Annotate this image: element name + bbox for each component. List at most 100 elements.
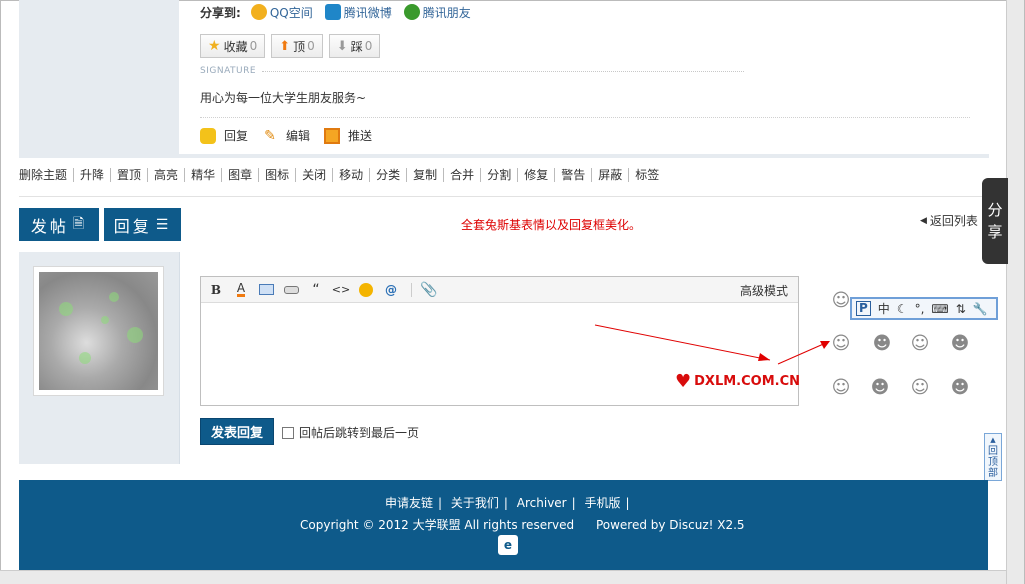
tencent-weibo-icon bbox=[324, 4, 341, 20]
edit-action[interactable]: ✎ 编辑 bbox=[262, 127, 310, 144]
bold-button[interactable]: B bbox=[205, 280, 227, 300]
link-icon bbox=[283, 285, 299, 294]
new-thread-button[interactable]: 发帖 🗎 bbox=[19, 208, 99, 241]
back-top-char-1: 回 bbox=[988, 446, 998, 457]
horizontal-scrollbar[interactable] bbox=[0, 570, 1006, 584]
insert-image-button[interactable] bbox=[255, 280, 277, 300]
punctuation-icon[interactable]: °, bbox=[915, 302, 925, 316]
mod-category[interactable]: 分类 bbox=[369, 168, 406, 182]
favorite-button[interactable]: ★ 收藏 0 bbox=[200, 34, 266, 58]
reply-column-border bbox=[179, 252, 180, 464]
quote-icon: “ bbox=[312, 281, 320, 298]
upvote-button[interactable]: ⬆ 顶 0 bbox=[271, 34, 323, 58]
back-to-top-button[interactable]: ▲ 回 顶 部 bbox=[984, 433, 1002, 481]
mod-block[interactable]: 屏蔽 bbox=[591, 168, 628, 182]
star-icon: ★ bbox=[208, 38, 221, 54]
post-actions: 回复 ✎ 编辑 推送 bbox=[200, 127, 386, 144]
submit-reply-button[interactable]: 发表回复 bbox=[200, 418, 274, 445]
vertical-scrollbar[interactable] bbox=[1006, 0, 1024, 584]
qzone-icon bbox=[250, 4, 267, 20]
mod-split[interactable]: 分割 bbox=[480, 168, 517, 182]
share-qzone-link[interactable]: QQ空间 bbox=[250, 4, 313, 21]
code-icon: <> bbox=[331, 283, 351, 296]
share-friends-link[interactable]: 腾讯朋友 bbox=[403, 4, 471, 21]
mod-close[interactable]: 关闭 bbox=[295, 168, 332, 182]
emoticon-5[interactable]: ☻ bbox=[948, 331, 972, 355]
signature-label: SIGNATURE bbox=[200, 66, 257, 76]
wrench-icon[interactable]: 🔧 bbox=[973, 302, 988, 316]
push-action[interactable]: 推送 bbox=[324, 127, 372, 144]
mod-delete-thread[interactable]: 删除主题 bbox=[19, 168, 73, 182]
avatar[interactable] bbox=[39, 272, 158, 390]
ime-chinese-mode[interactable]: 中 bbox=[878, 300, 890, 317]
jump-to-last-page-checkbox[interactable] bbox=[282, 426, 294, 439]
edit-icon: ✎ bbox=[264, 127, 276, 144]
paperclip-icon: 📎 bbox=[420, 281, 438, 298]
downvote-count: 0 bbox=[364, 39, 373, 53]
ime-logo-icon[interactable]: P bbox=[856, 301, 871, 316]
footer-link-apply[interactable]: 申请友链 bbox=[385, 496, 433, 510]
mod-move[interactable]: 移动 bbox=[332, 168, 369, 182]
share-float-button[interactable]: 分 享 bbox=[982, 178, 1008, 264]
site-badge-icon[interactable]: e bbox=[498, 535, 518, 555]
reply-button-label: 回复 bbox=[113, 216, 152, 236]
mod-digest[interactable]: 精华 bbox=[184, 168, 221, 182]
favorite-count: 0 bbox=[249, 39, 258, 53]
new-thread-label: 发帖 bbox=[30, 216, 69, 236]
mod-repair[interactable]: 修复 bbox=[517, 168, 554, 182]
downvote-button[interactable]: ⬇ 踩 0 bbox=[328, 34, 381, 58]
emoticon-9[interactable]: ☻ bbox=[948, 375, 972, 399]
emoticon-4[interactable]: ☺ bbox=[908, 331, 932, 355]
advanced-mode-link[interactable]: 高级模式 bbox=[740, 282, 788, 299]
footer-link-about[interactable]: 关于我们 bbox=[451, 496, 499, 510]
moon-icon[interactable]: ☾ bbox=[897, 302, 908, 316]
mod-bump[interactable]: 升降 bbox=[73, 168, 110, 182]
font-color-button[interactable]: A bbox=[230, 280, 252, 300]
attachment-button[interactable]: 📎 bbox=[418, 280, 440, 300]
emoticon-2[interactable]: ☺ bbox=[829, 331, 853, 355]
moderation-toolbar: 删除主题 升降 置顶 高亮 精华 图章 图标 关闭 移动 分类 复制 合并 分割… bbox=[19, 168, 665, 182]
emoticon-1[interactable]: ☺ bbox=[829, 288, 853, 312]
reply-button[interactable]: 回复 ☰ bbox=[104, 208, 181, 241]
mod-copy[interactable]: 复制 bbox=[406, 168, 443, 182]
signature-text: 用心为每一位大学生朋友服务~ bbox=[200, 91, 367, 105]
arrows-icon[interactable]: ⇅ bbox=[956, 302, 966, 316]
share-float-char-1: 分 bbox=[987, 201, 1003, 219]
emoticon-7[interactable]: ☻ bbox=[868, 375, 892, 399]
mod-warn[interactable]: 警告 bbox=[554, 168, 591, 182]
favorite-label: 收藏 bbox=[223, 39, 248, 54]
mod-tags[interactable]: 标签 bbox=[628, 168, 665, 182]
keyboard-icon[interactable]: ⌨ bbox=[931, 302, 948, 316]
mod-merge[interactable]: 合并 bbox=[443, 168, 480, 182]
powered-by-text: Powered by Discuz! X2.5 bbox=[595, 518, 745, 532]
back-to-list-link[interactable]: ◀ 返回列表 bbox=[920, 212, 978, 229]
mod-icon[interactable]: 图标 bbox=[258, 168, 295, 182]
mod-highlight[interactable]: 高亮 bbox=[147, 168, 184, 182]
back-top-char-2: 顶 bbox=[988, 457, 998, 468]
back-top-char-3: 部 bbox=[988, 468, 998, 479]
footer-link-archiver[interactable]: Archiver bbox=[517, 496, 567, 510]
triangle-left-icon: ◀ bbox=[920, 215, 927, 226]
font-color-icon: A bbox=[236, 281, 246, 297]
jump-to-last-page-option[interactable]: 回帖后跳转到最后一页 bbox=[282, 424, 419, 441]
post-separator bbox=[19, 154, 989, 158]
reply-action[interactable]: 回复 bbox=[200, 127, 248, 144]
reply-icon bbox=[200, 127, 216, 144]
footer-link-mobile[interactable]: 手机版 bbox=[585, 496, 621, 510]
share-weibo-link[interactable]: 腾讯微博 bbox=[324, 4, 392, 21]
mod-sticky[interactable]: 置顶 bbox=[110, 168, 147, 182]
watermark-text: DXLM.COM.CN bbox=[694, 374, 801, 389]
code-button[interactable]: <> bbox=[330, 280, 352, 300]
editor-toolbar: B A “ <> @ 📎 高级模式 bbox=[201, 277, 798, 303]
emoji-button[interactable] bbox=[355, 280, 377, 300]
insert-link-button[interactable] bbox=[280, 280, 302, 300]
emoticon-8[interactable]: ☺ bbox=[908, 375, 932, 399]
emoticon-6[interactable]: ☺ bbox=[829, 375, 853, 399]
emoticon-3[interactable]: ☻ bbox=[870, 331, 894, 355]
quote-button[interactable]: “ bbox=[305, 280, 327, 300]
thread-notice: 全套兔斯基表情以及回复框美化。 bbox=[461, 218, 642, 232]
mod-stamp[interactable]: 图章 bbox=[221, 168, 258, 182]
document-icon: 🗎 bbox=[72, 215, 88, 232]
watermark: ♥ DXLM.COM.CN bbox=[675, 371, 800, 392]
mention-button[interactable]: @ bbox=[380, 280, 402, 300]
